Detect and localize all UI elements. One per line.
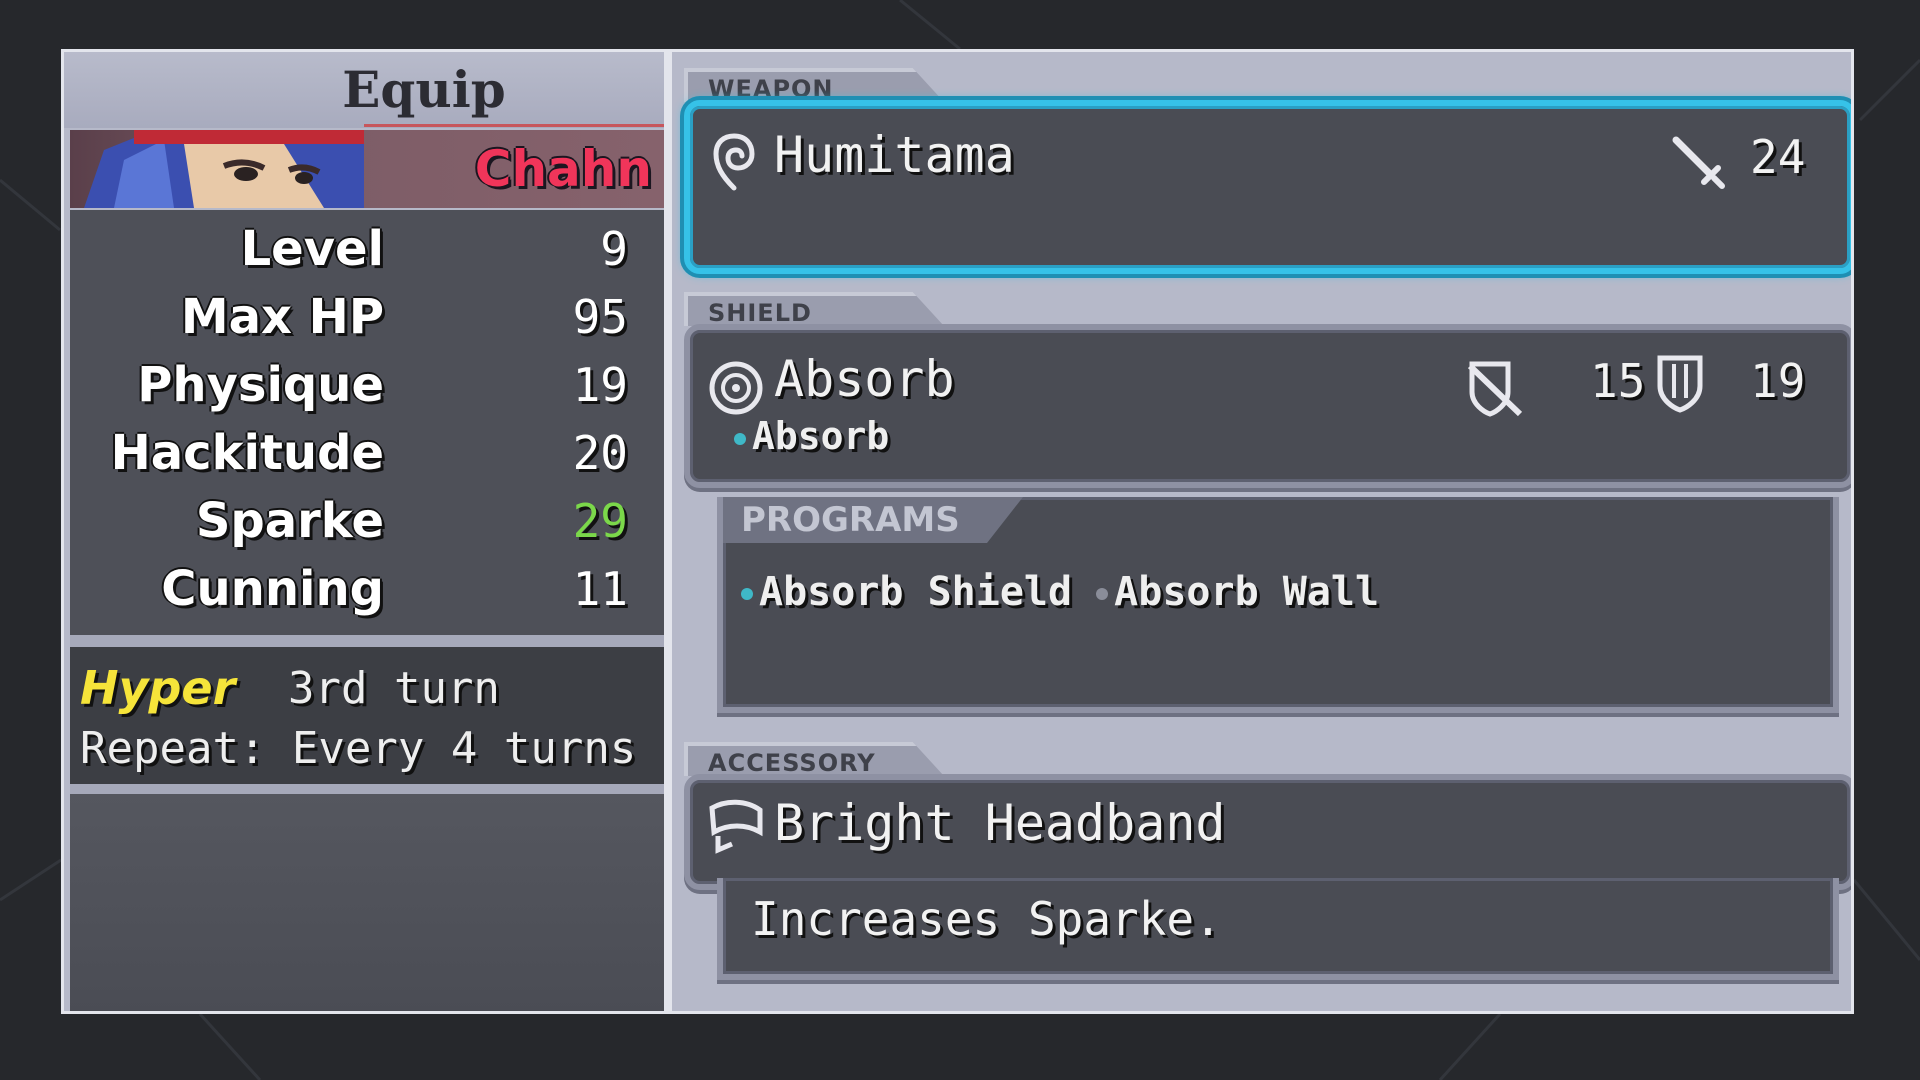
cross-shield-icon (1467, 361, 1523, 417)
stat-label: Hackitude (110, 425, 384, 481)
hyper-label: Hyper (80, 661, 236, 715)
hyper-turn: 3rd turn (288, 663, 500, 714)
stat-label: Cunning (161, 561, 384, 617)
program-item[interactable]: Absorb Wall (1096, 569, 1379, 615)
shield-resist: 19 (1750, 354, 1806, 408)
stat-label: Max HP (180, 289, 384, 345)
spiral-icon (713, 133, 755, 191)
program-item[interactable]: Absorb Shield (741, 569, 1072, 615)
equipment-panel: WEAPON Humitama 24 SHIELD Absorb 15 19 A… (672, 52, 1851, 1011)
empty-panel (70, 794, 664, 1011)
stat-row-level: Level 9 (70, 215, 664, 283)
shield-icon (1657, 355, 1703, 413)
bullet-icon (741, 588, 753, 600)
accessory-description-panel: Increases Sparke. (717, 878, 1839, 980)
stat-row-hackitude: Hackitude 20 (70, 419, 664, 487)
stat-label: Sparke (195, 493, 384, 549)
stat-value: 11 (572, 562, 628, 616)
shield-slot[interactable]: Absorb 15 19 Absorb (684, 324, 1851, 488)
bullet-icon (734, 432, 746, 445)
stat-value: 20 (572, 426, 628, 480)
stat-label: Level (240, 221, 384, 277)
stat-value: 9 (600, 222, 628, 276)
weapon-tab: WEAPON (684, 68, 944, 102)
shield-ability-label: Absorb (752, 414, 890, 458)
weapon-slot[interactable]: Humitama 24 (684, 100, 1851, 274)
shield-tab: SHIELD (684, 292, 944, 326)
character-name: Chahn (474, 140, 652, 198)
stat-row-physique: Physique 19 (70, 351, 664, 419)
divider (70, 784, 664, 794)
weapon-attack: 24 (1750, 130, 1806, 184)
accessory-description: Increases Sparke. (751, 892, 1222, 946)
stat-row-sparke: Sparke 29 (70, 487, 664, 555)
character-portrait (84, 130, 364, 208)
stat-value-highlighted: 29 (572, 494, 628, 548)
weapon-name: Humitama (774, 126, 1015, 184)
programs-panel: PROGRAMS Absorb Shield Absorb Wall (717, 497, 1839, 713)
stat-value: 19 (572, 358, 628, 412)
screen-title: Equip (64, 52, 664, 128)
stat-row-max-hp: Max HP 95 (70, 283, 664, 351)
divider (70, 635, 664, 647)
stat-label: Physique (137, 357, 384, 413)
hyper-info: Hyper 3rd turn Repeat: Every 4 turns (70, 647, 664, 784)
shield-defense: 15 (1590, 354, 1646, 408)
character-panel: Equip Chahn Level 9 Max HP 95 Physique 1… (64, 52, 664, 1011)
bullet-icon (1096, 588, 1109, 600)
stat-value: 95 (572, 290, 628, 344)
sword-icon (1672, 136, 1725, 189)
column-divider (664, 52, 672, 1011)
accessory-name: Bright Headband (774, 794, 1226, 852)
shield-ability: Absorb (734, 414, 889, 458)
hyper-repeat: Repeat: Every 4 turns (80, 723, 637, 774)
ring-icon (709, 361, 763, 415)
program-list: Absorb Shield Absorb Wall (741, 569, 1379, 615)
title-underline (364, 124, 664, 127)
accessory-tab: ACCESSORY (684, 742, 944, 776)
accessory-slot[interactable]: Bright Headband (684, 774, 1851, 890)
equip-window: Equip Chahn Level 9 Max HP 95 Physique 1… (61, 49, 1854, 1014)
programs-tab: PROGRAMS (723, 497, 1023, 543)
headband-icon (709, 799, 763, 854)
stats-panel: Level 9 Max HP 95 Physique 19 Hackitude … (70, 210, 664, 635)
stat-row-cunning: Cunning 11 (70, 555, 664, 623)
character-header[interactable]: Chahn (70, 130, 664, 208)
shield-name: Absorb (774, 350, 955, 408)
